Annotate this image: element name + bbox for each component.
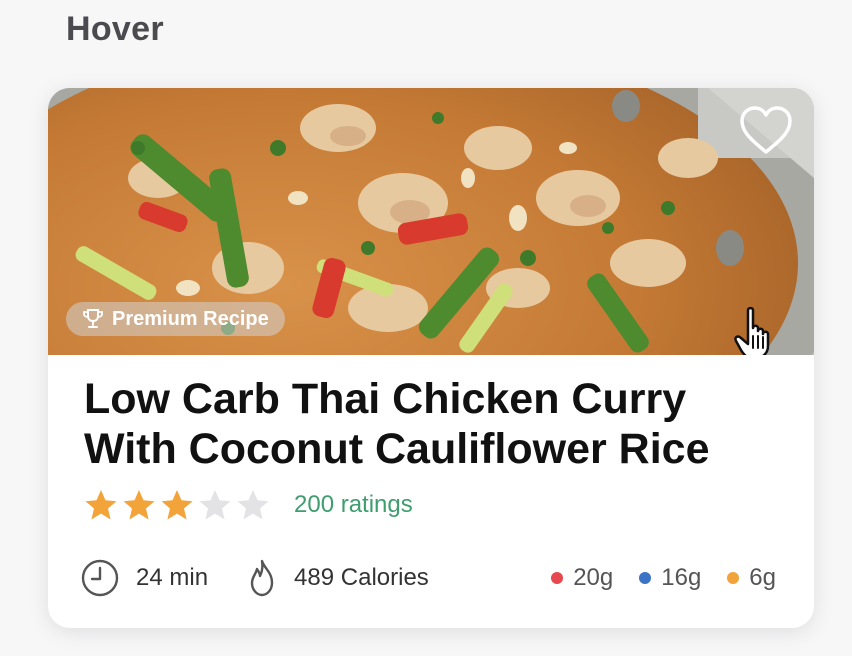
macro-dot <box>639 572 652 584</box>
state-label: Hover <box>66 10 164 48</box>
macro-value: 16g <box>661 564 702 591</box>
star-icon <box>237 490 269 520</box>
star-icon <box>161 490 193 520</box>
star-icon <box>199 490 231 520</box>
recipe-title[interactable]: Low Carb Thai Chicken Curry With Coconut… <box>84 374 784 474</box>
macro-value: 20g <box>573 564 614 591</box>
clock-icon <box>80 558 120 598</box>
recipe-card[interactable]: Premium Recipe Low Carb Thai Chicken Cur… <box>48 88 814 628</box>
heart-outline-icon <box>740 106 792 154</box>
macros: 20g 16g 6g <box>551 564 780 592</box>
star-icon <box>123 490 155 520</box>
star-icon <box>85 490 117 520</box>
trophy-icon <box>82 308 104 330</box>
macro-item: 20g <box>551 564 613 592</box>
star-rating <box>84 488 270 522</box>
macro-value: 6g <box>749 564 776 591</box>
calories-label: 489 Calories <box>294 564 429 591</box>
rating-row: 200 ratings <box>84 488 413 522</box>
hand-pointer-cursor <box>734 306 782 355</box>
favorite-button[interactable] <box>736 102 796 158</box>
calories: 489 Calories <box>242 558 429 598</box>
macro-dot <box>727 572 740 584</box>
flame-icon <box>242 558 282 598</box>
premium-badge-label: Premium Recipe <box>112 307 269 330</box>
macro-item: 6g <box>727 564 776 592</box>
macro-dot <box>551 572 564 584</box>
cook-time: 24 min <box>80 558 208 598</box>
recipe-meta-row: 24 min 489 Calories 20g 16g 6g <box>80 558 780 598</box>
recipe-image[interactable]: Premium Recipe <box>48 88 814 355</box>
cook-time-label: 24 min <box>136 564 209 591</box>
ratings-count-link[interactable]: 200 ratings <box>294 491 413 519</box>
macro-item: 16g <box>639 564 701 592</box>
premium-badge: Premium Recipe <box>66 302 285 336</box>
